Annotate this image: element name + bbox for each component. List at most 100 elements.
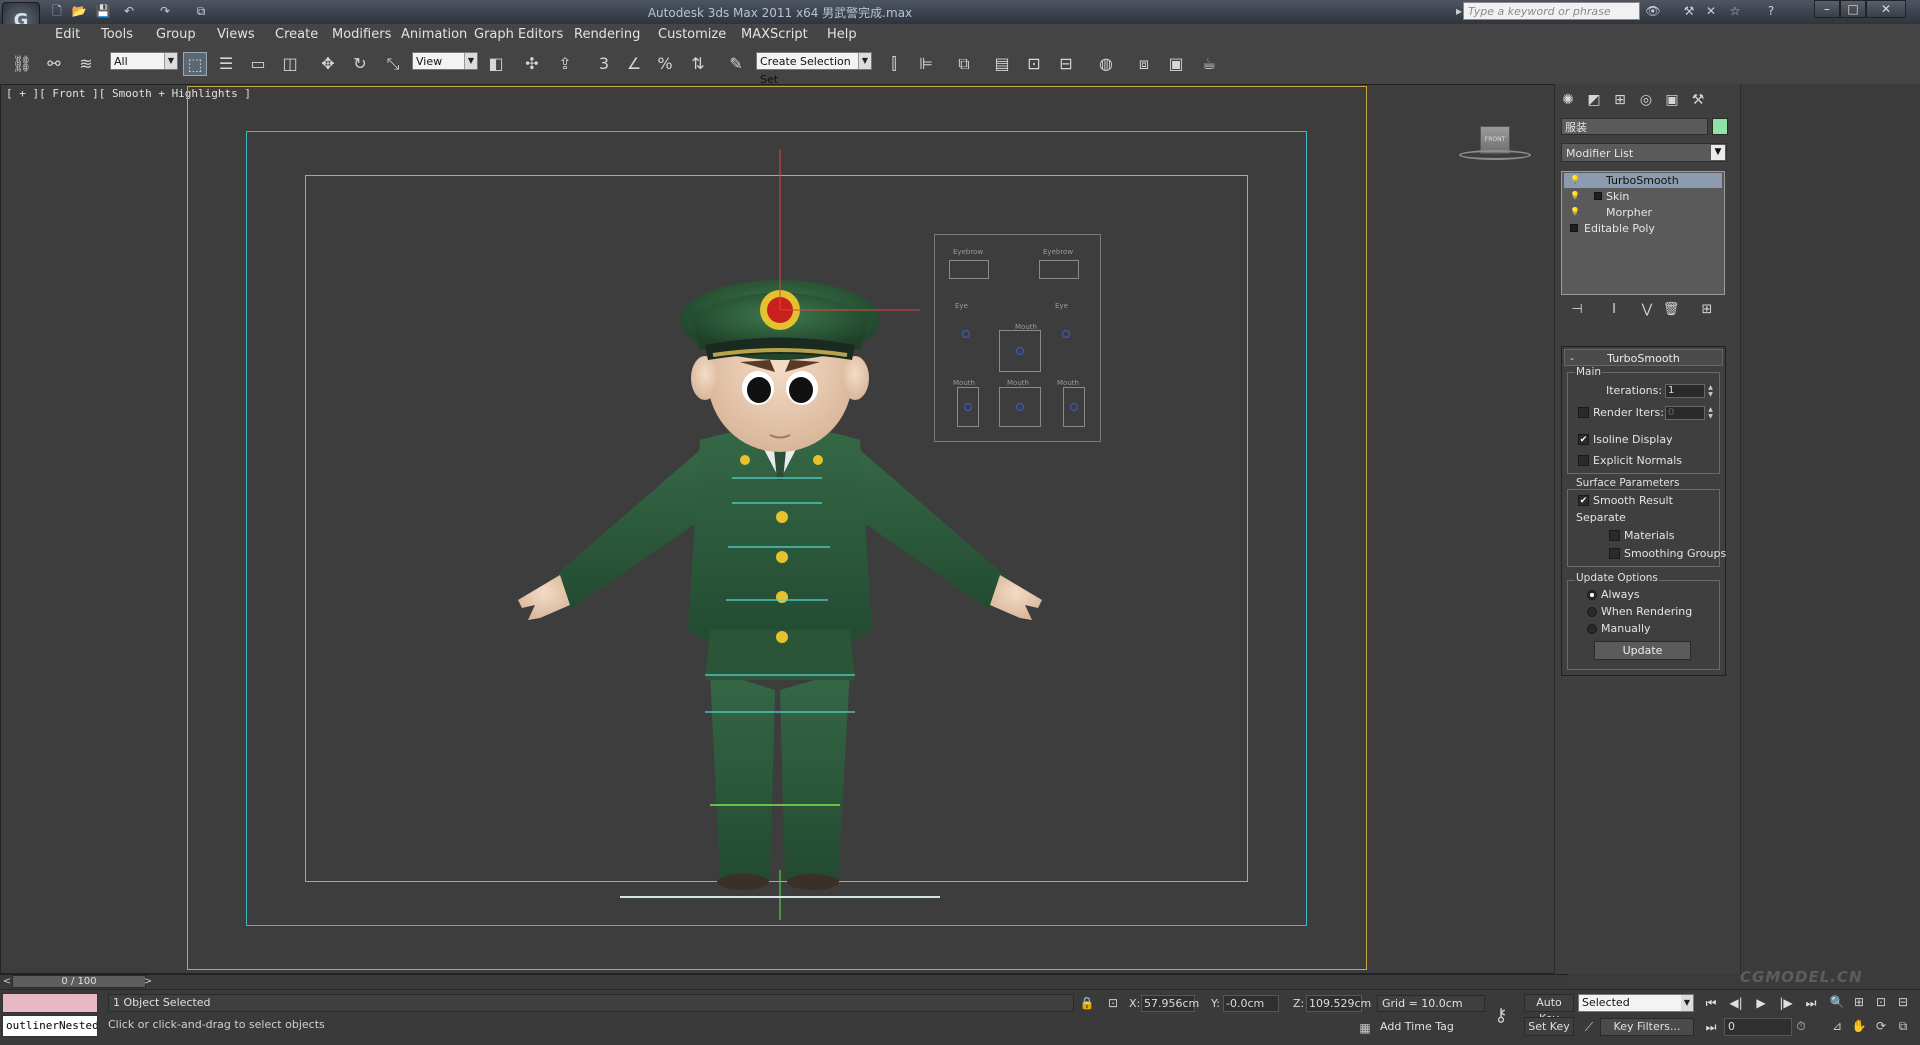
- time-slider-track[interactable]: [0, 974, 1568, 990]
- binoculars-icon[interactable]: 👁: [1644, 3, 1662, 20]
- unlink-selection-icon[interactable]: ⚯: [42, 52, 66, 76]
- expand-box-icon[interactable]: [1594, 192, 1602, 200]
- menu-customize[interactable]: Customize: [658, 27, 726, 42]
- orbit-icon[interactable]: ⟳: [1872, 1018, 1890, 1035]
- menu-group[interactable]: Group: [156, 27, 196, 42]
- absolute-mode-icon[interactable]: ⊡: [1104, 995, 1122, 1012]
- named-selection-dropdown[interactable]: Create Selection Set ▼: [756, 52, 872, 86]
- modify-tab-icon[interactable]: ◩: [1583, 89, 1605, 111]
- update-manually-radio[interactable]: [1587, 624, 1597, 634]
- save-file-icon[interactable]: 💾: [94, 3, 112, 19]
- select-and-rotate-icon[interactable]: ↻: [348, 52, 372, 76]
- rectangular-selection-icon[interactable]: ▭: [246, 52, 270, 76]
- align-icon[interactable]: ⊫: [914, 52, 938, 76]
- menu-maxscript[interactable]: MAXScript: [741, 27, 808, 42]
- mouth-right-dot[interactable]: [1070, 403, 1078, 411]
- key-mode-dropdown[interactable]: Selected ▼: [1578, 994, 1694, 1012]
- go-to-start-icon[interactable]: ⏮: [1700, 994, 1722, 1012]
- time-tag-icon[interactable]: ▦: [1356, 1020, 1374, 1037]
- explicit-normals-checkbox[interactable]: [1578, 455, 1589, 466]
- manipulate-icon[interactable]: ✣: [520, 52, 544, 76]
- rendered-frame-window-icon[interactable]: ▣: [1164, 52, 1188, 76]
- motion-tab-icon[interactable]: ◎: [1635, 89, 1657, 111]
- modifier-stack[interactable]: 💡 TurboSmooth 💡 Skin 💡 Morpher Editable …: [1561, 171, 1725, 295]
- field-of-view-icon[interactable]: ⊿: [1828, 1018, 1846, 1035]
- render-iters-checkbox[interactable]: [1578, 407, 1589, 418]
- time-slider-handle[interactable]: 0 / 100: [12, 975, 146, 988]
- object-color-swatch[interactable]: [1712, 118, 1728, 135]
- material-editor-icon[interactable]: ◍: [1094, 52, 1118, 76]
- utilities-tab-icon[interactable]: ⚒: [1687, 89, 1709, 111]
- show-end-result-icon[interactable]: Ⅰ: [1603, 300, 1625, 320]
- pin-stack-icon[interactable]: ⊣: [1566, 300, 1588, 320]
- minimize-button[interactable]: –: [1814, 0, 1840, 18]
- open-file-icon[interactable]: 📂: [70, 3, 88, 19]
- update-when-rendering-radio[interactable]: [1587, 607, 1597, 617]
- stack-item-turbosmooth[interactable]: 💡 TurboSmooth: [1564, 173, 1722, 188]
- selection-filter-dropdown[interactable]: All ▼: [110, 52, 178, 70]
- set-key-icon[interactable]: ⚷: [1486, 1004, 1516, 1028]
- maximize-viewport-icon[interactable]: ⧉: [1894, 1018, 1912, 1035]
- object-name-field[interactable]: 服装: [1561, 118, 1708, 135]
- percent-snap-icon[interactable]: %: [653, 52, 677, 76]
- render-setup-icon[interactable]: ⧈: [1132, 52, 1156, 76]
- keyboard-shortcut-override-icon[interactable]: ⇪: [553, 52, 577, 76]
- graphite-ribbon-icon[interactable]: ▤: [990, 52, 1014, 76]
- undo-icon[interactable]: ↶: [120, 3, 138, 19]
- time-configuration-icon[interactable]: ⏱: [1792, 1018, 1810, 1035]
- render-iters-spinner[interactable]: 0: [1665, 406, 1705, 420]
- curve-editor-icon[interactable]: ⊡: [1022, 52, 1046, 76]
- maxscript-listener-pink[interactable]: [2, 993, 98, 1013]
- materials-checkbox[interactable]: [1609, 530, 1620, 541]
- stack-item-editable-poly[interactable]: Editable Poly: [1564, 221, 1722, 236]
- previous-key-icon[interactable]: ◀|: [1725, 994, 1747, 1012]
- menu-animation[interactable]: Animation: [401, 27, 467, 42]
- reference-coordinate-dropdown[interactable]: View ▼: [412, 52, 478, 70]
- update-button[interactable]: Update: [1594, 641, 1691, 660]
- isoline-display-checkbox[interactable]: ✔: [1578, 434, 1589, 445]
- menu-graph-editors[interactable]: Graph Editors: [474, 27, 563, 42]
- next-key-icon[interactable]: |▶: [1775, 994, 1797, 1012]
- redo-icon[interactable]: ↷: [156, 3, 174, 19]
- menu-modifiers[interactable]: Modifiers: [332, 27, 391, 42]
- remove-modifier-icon[interactable]: 🗑: [1660, 300, 1682, 320]
- select-object-icon[interactable]: ⬚: [183, 52, 207, 76]
- configure-modifier-sets-icon[interactable]: ⊞: [1696, 300, 1718, 320]
- menu-rendering[interactable]: Rendering: [574, 27, 640, 42]
- mirror-icon[interactable]: ⫿: [882, 52, 906, 76]
- x-coord-field[interactable]: 57.956cm: [1141, 995, 1199, 1012]
- menu-help[interactable]: Help: [827, 27, 857, 42]
- expand-box-icon[interactable]: [1570, 224, 1578, 232]
- modifier-list-dropdown[interactable]: Modifier List ▼: [1561, 143, 1727, 162]
- help-icon[interactable]: ?: [1762, 3, 1780, 20]
- zoom-icon[interactable]: 🔍: [1828, 994, 1846, 1011]
- zoom-extents-icon[interactable]: ⊡: [1872, 994, 1890, 1011]
- key-mode-toggle-icon[interactable]: ⏭: [1700, 1018, 1722, 1036]
- snaps-toggle-icon[interactable]: 3: [592, 52, 616, 76]
- display-tab-icon[interactable]: ▣: [1661, 89, 1683, 111]
- select-and-link-icon[interactable]: ⛓: [10, 52, 34, 76]
- select-and-move-icon[interactable]: ✥: [316, 52, 340, 76]
- character-model[interactable]: [500, 150, 1060, 920]
- menu-views[interactable]: Views: [217, 27, 255, 42]
- rollout-header[interactable]: - TurboSmooth: [1564, 349, 1723, 366]
- new-file-icon[interactable]: 🗋: [48, 3, 66, 19]
- edit-named-selection-icon[interactable]: ✎: [724, 52, 748, 76]
- pivot-center-icon[interactable]: ◧: [484, 52, 508, 76]
- pan-view-icon[interactable]: ✋: [1850, 1018, 1868, 1035]
- maxscript-listener-white[interactable]: outlinerNested: [2, 1015, 98, 1037]
- hierarchy-tab-icon[interactable]: ⊞: [1609, 89, 1631, 111]
- iterations-spinner[interactable]: 1: [1665, 384, 1705, 398]
- smooth-result-checkbox[interactable]: ✔: [1578, 495, 1589, 506]
- create-tab-icon[interactable]: ✺: [1557, 89, 1579, 111]
- spinner-arrows-icon[interactable]: ▲ ▼: [1706, 384, 1715, 398]
- select-and-scale-icon[interactable]: ⤡: [381, 52, 405, 76]
- update-always-radio[interactable]: [1587, 590, 1597, 600]
- window-crossing-icon[interactable]: ◫: [278, 52, 302, 76]
- stack-item-morpher[interactable]: 💡 Morpher: [1564, 205, 1722, 220]
- smoothing-groups-checkbox[interactable]: [1609, 548, 1620, 559]
- menu-tools[interactable]: Tools: [101, 27, 133, 42]
- communication-center-icon[interactable]: ✕: [1702, 3, 1720, 20]
- schematic-view-icon[interactable]: ⊟: [1054, 52, 1078, 76]
- zoom-extents-all-icon[interactable]: ⊟: [1894, 994, 1912, 1011]
